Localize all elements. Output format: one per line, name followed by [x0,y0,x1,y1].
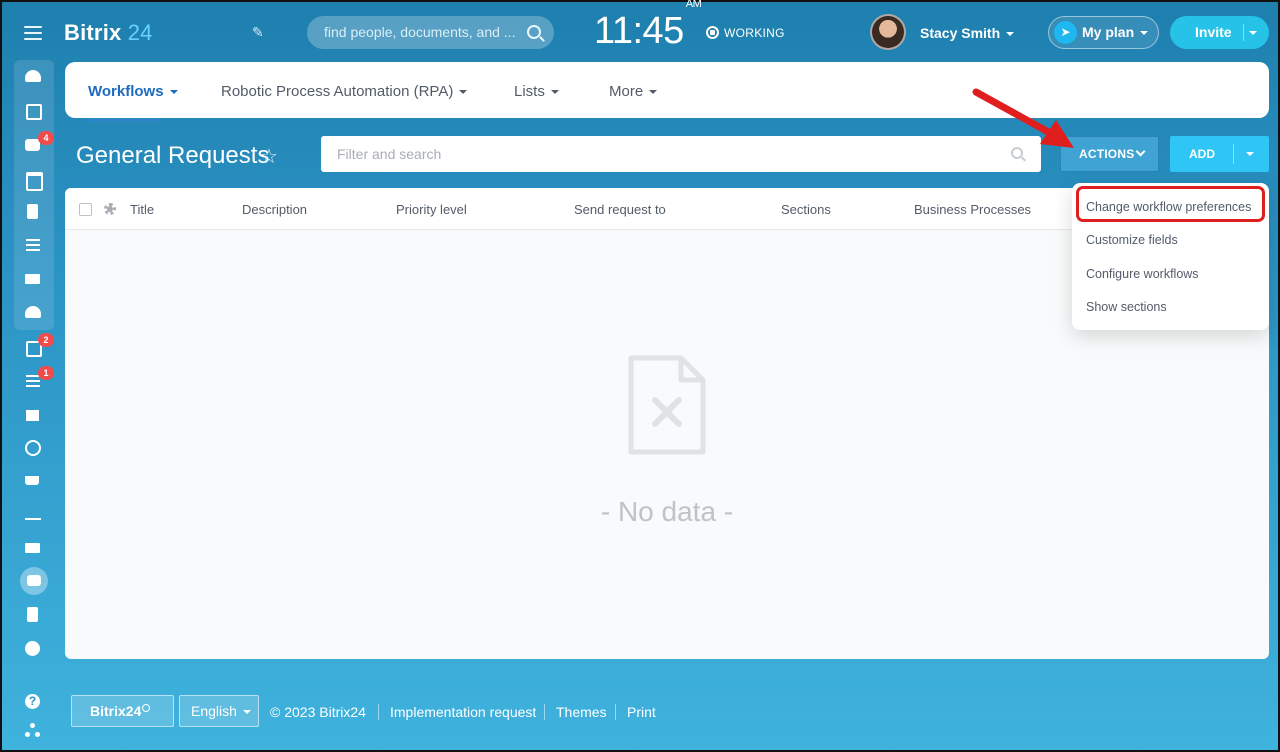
automation-robot-icon[interactable] [20,567,48,595]
my-plan-button[interactable]: ➤ My plan [1048,16,1159,49]
print-link[interactable]: Print [627,704,656,720]
menu-item-customize-fields[interactable]: Customize fields [1086,233,1178,247]
tasks-badge: 2 [38,333,54,347]
search-placeholder: find people, documents, and ... [324,24,516,40]
bitrix24-footer-button[interactable]: Bitrix24 [71,695,174,727]
chevron-down-icon [1006,32,1015,37]
user-menu[interactable]: Stacy Smith [920,25,1015,41]
chevron-down-icon [649,90,658,95]
copyright-text: © 2023 Bitrix24 [270,704,366,720]
chevron-down-icon [459,90,468,95]
sign-icon[interactable] [24,506,42,524]
chevron-down-icon [242,710,251,715]
tab-more[interactable]: More [609,83,658,100]
page-title: General Requests [76,142,270,169]
clock-icon [142,704,151,712]
help-icon[interactable] [24,694,42,712]
actions-menu: Change workflow preferences Customize fi… [1072,183,1269,330]
gear-icon[interactable] [103,202,117,216]
drive-icon[interactable] [24,236,42,254]
language-select[interactable]: English [179,695,259,727]
themes-link[interactable]: Themes [556,704,607,720]
tab-rpa[interactable]: Robotic Process Automation (RPA) [221,83,468,100]
feed-icon[interactable] [24,68,42,86]
chevron-down-icon [169,90,178,95]
documents-icon[interactable] [24,203,42,221]
pencil-icon[interactable]: ✎ [252,24,268,40]
stop-circle-icon [706,26,719,39]
implementation-request-link[interactable]: Implementation request [390,704,536,720]
tab-workflows[interactable]: Workflows [88,83,178,121]
crm-badge: 1 [38,366,54,380]
select-all-checkbox[interactable] [79,203,92,216]
column-header-business-processes[interactable]: Business Processes [914,202,1031,217]
column-header-sections[interactable]: Sections [781,202,831,217]
global-search-input[interactable]: find people, documents, and ... [307,16,554,49]
filter-search-input[interactable]: Filter and search [321,136,1041,172]
search-icon[interactable] [527,25,541,39]
chevron-down-icon[interactable] [1249,31,1257,35]
structure-icon[interactable] [24,722,42,740]
employees-icon[interactable] [24,304,42,322]
annotation-arrow [972,88,1074,148]
cart-icon[interactable] [24,473,42,491]
marketing-icon[interactable] [24,439,42,457]
column-header-priority[interactable]: Priority level [396,202,467,217]
avatar[interactable] [870,14,906,50]
empty-state-text: - No data - [600,496,734,527]
chevron-down-icon [1140,31,1149,36]
contact-card-icon[interactable] [24,539,42,557]
add-button[interactable]: ADD [1170,136,1269,172]
calendar-icon[interactable] [24,170,43,191]
menu-icon[interactable] [24,26,42,40]
chat-badge: 4 [38,131,54,145]
filter-placeholder: Filter and search [337,146,442,162]
chevron-down-icon [550,90,559,95]
column-header-send-to[interactable]: Send request to [574,202,666,217]
tab-lists[interactable]: Lists [514,83,559,100]
empty-file-icon [628,355,706,455]
menu-item-configure-workflows[interactable]: Configure workflows [1086,267,1199,281]
star-icon[interactable]: ☆ [260,144,278,169]
menu-item-change-workflow-preferences[interactable]: Change workflow preferences [1086,200,1251,214]
clock[interactable]: 11:45AM [594,0,702,53]
nav-panel: Workflows Robotic Process Automation (RP… [65,62,1269,121]
work-status[interactable]: WORKING [706,26,785,40]
inventory-box-icon[interactable] [24,606,42,624]
invite-button[interactable]: Invite [1170,16,1269,49]
menu-item-show-sections[interactable]: Show sections [1086,300,1167,314]
column-header-title[interactable]: Title [130,202,154,217]
sites-icon[interactable] [24,406,42,424]
logo[interactable]: Bitrix 24 [64,20,153,46]
rocket-icon: ➤ [1054,21,1077,44]
mail-icon[interactable] [24,270,42,288]
column-header-description[interactable]: Description [242,202,307,217]
top-bar: Bitrix 24 ✎ find people, documents, and … [2,0,1278,62]
tasks-board-icon[interactable] [24,102,42,120]
more-chevron-icon[interactable] [24,640,42,658]
chevron-down-icon[interactable] [1246,152,1254,156]
chevron-down-icon [1135,146,1146,157]
sidebar-group [14,60,54,330]
